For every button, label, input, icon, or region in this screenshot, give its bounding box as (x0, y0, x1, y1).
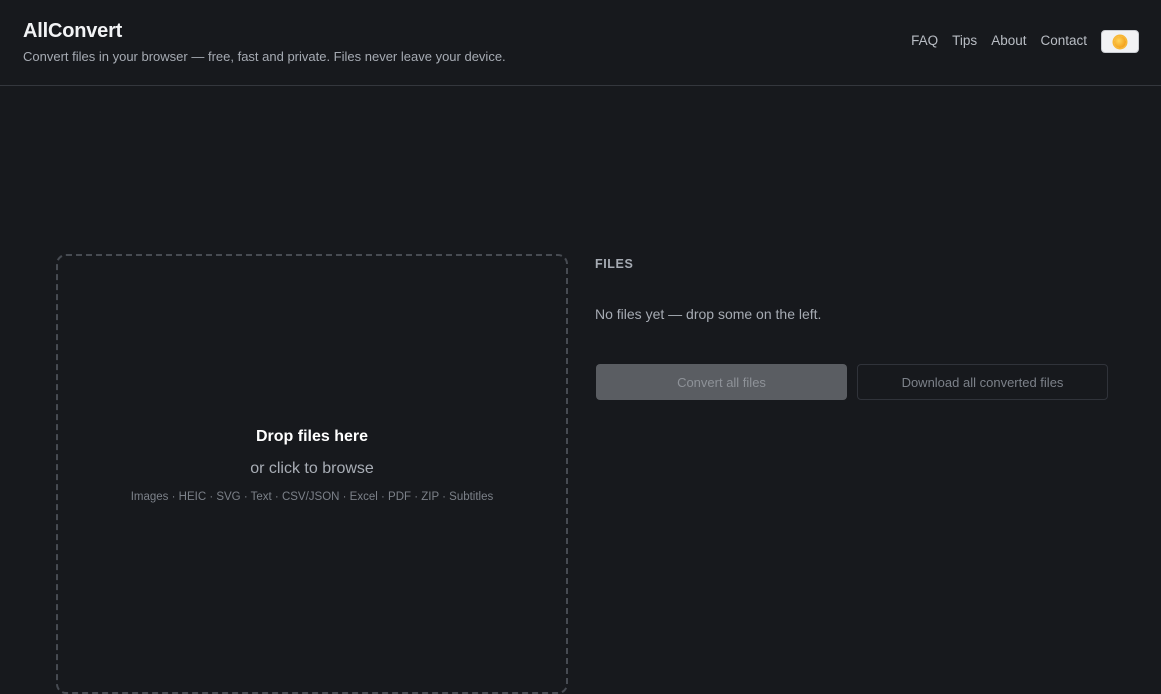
app-tagline: Convert files in your browser — free, fa… (23, 49, 506, 64)
sun-icon (1114, 35, 1126, 48)
files-heading: FILES (595, 257, 634, 271)
theme-toggle-button[interactable] (1101, 30, 1139, 53)
nav-link-about[interactable]: About (991, 33, 1026, 48)
dropzone-browse-hint: or click to browse (250, 460, 374, 477)
file-dropzone[interactable]: Drop files here or click to browse Image… (56, 254, 568, 694)
files-empty-message: No files yet — drop some on the left. (595, 306, 822, 322)
nav-link-faq[interactable]: FAQ (911, 33, 938, 48)
dropzone-title: Drop files here (255, 428, 369, 445)
app-title: AllConvert (23, 20, 123, 42)
convert-all-button[interactable]: Convert all files (596, 364, 847, 400)
nav-link-tips[interactable]: Tips (952, 33, 977, 48)
top-nav: FAQ Tips About Contact (911, 33, 1087, 48)
nav-link-contact[interactable]: Contact (1040, 33, 1087, 48)
download-all-button[interactable]: Download all converted files (857, 364, 1108, 400)
supported-types-list: Images · HEIC · SVG · Text · CSV/JSON · … (130, 491, 494, 503)
app-header: AllConvert Convert files in your browser… (0, 0, 1161, 86)
